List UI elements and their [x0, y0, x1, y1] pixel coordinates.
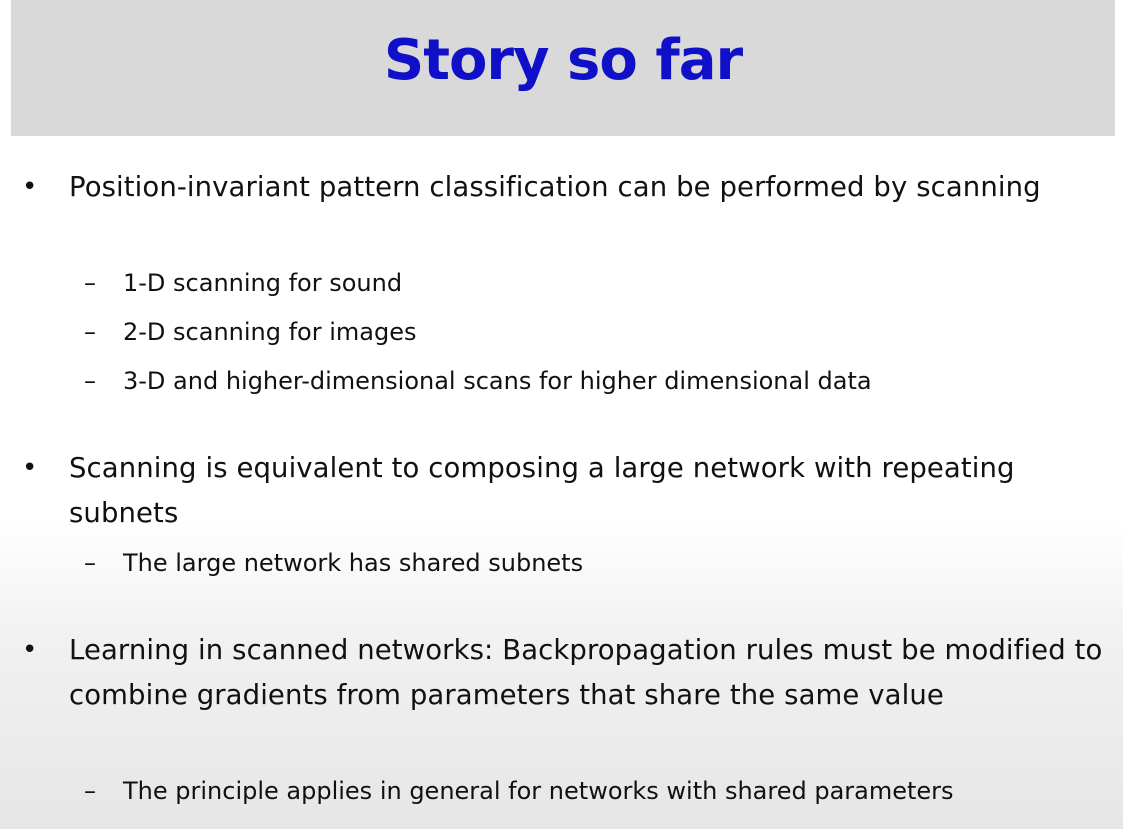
- sub-bullet-marker: –: [84, 269, 96, 297]
- sub-bullet-marker: –: [84, 549, 96, 577]
- bullet-marker: •: [22, 453, 38, 483]
- sub-bullet-text: The principle applies in general for net…: [123, 777, 954, 805]
- bullet-marker: •: [22, 172, 38, 202]
- sub-bullet-text: 3-D and higher-dimensional scans for hig…: [123, 367, 872, 395]
- title-bar: Story so far: [11, 0, 1115, 136]
- sub-bullet-item: – 1-D scanning for sound: [0, 263, 1123, 303]
- sub-bullet-item: – 3-D and higher-dimensional scans for h…: [0, 361, 1123, 401]
- bullet-marker: •: [22, 635, 38, 665]
- slide: Story so far • Position-invariant patter…: [0, 0, 1123, 829]
- bullet-text: Learning in scanned networks: Backpropag…: [69, 634, 1103, 711]
- sub-bullet-marker: –: [84, 318, 96, 346]
- sub-bullet-text: 2-D scanning for images: [123, 318, 417, 346]
- sub-bullet-marker: –: [84, 367, 96, 395]
- sub-bullet-text: The large network has shared subnets: [123, 549, 584, 577]
- sub-bullet-marker: –: [84, 777, 96, 805]
- bullet-text: Scanning is equivalent to composing a la…: [69, 452, 1015, 529]
- sub-bullet-item: – The principle applies in general for n…: [0, 771, 1123, 811]
- sub-bullet-item: – 2-D scanning for images: [0, 312, 1123, 352]
- sub-bullet-text: 1-D scanning for sound: [123, 269, 403, 297]
- bullet-text: Position-invariant pattern classificatio…: [69, 171, 1041, 203]
- slide-title: Story so far: [383, 28, 743, 93]
- sub-bullet-item: – The large network has shared subnets: [0, 543, 1123, 583]
